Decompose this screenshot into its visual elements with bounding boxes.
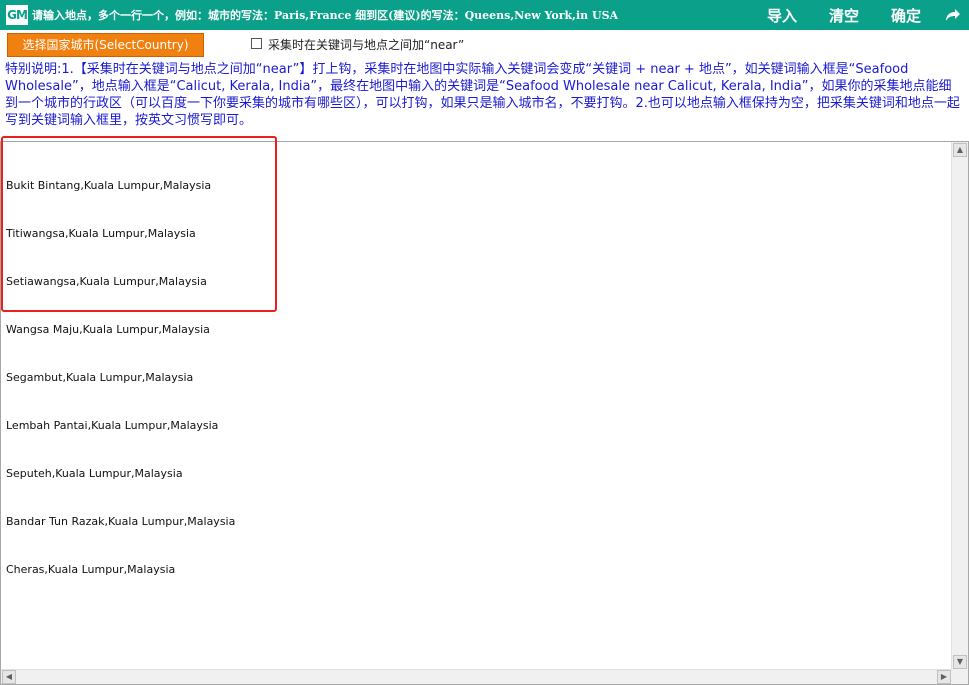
- confirm-button[interactable]: 确定: [891, 5, 921, 26]
- scroll-down-arrow-icon[interactable]: ▼: [953, 655, 967, 669]
- scroll-right-arrow-icon[interactable]: ▶: [937, 670, 951, 684]
- location-lines: Bukit Bintang,Kuala Lumpur,Malaysia Titi…: [6, 146, 235, 610]
- location-line: Setiawangsa,Kuala Lumpur,Malaysia: [6, 275, 207, 288]
- import-button[interactable]: 导入: [767, 5, 797, 26]
- location-line: Titiwangsa,Kuala Lumpur,Malaysia: [6, 227, 196, 240]
- location-line: Cheras,Kuala Lumpur,Malaysia: [6, 563, 176, 576]
- scrollbar-corner: [951, 670, 968, 684]
- location-input-instruction: 请输入地点，多个一行一个，例如：城市的写法：Paris,France 细到区(建…: [32, 9, 619, 22]
- near-checkbox[interactable]: [251, 38, 262, 49]
- location-textarea[interactable]: Bukit Bintang,Kuala Lumpur,Malaysia Titi…: [0, 141, 969, 685]
- near-option-label: 采集时在关键词与地点之间加“near”: [268, 38, 465, 52]
- scroll-left-arrow-icon[interactable]: ◀: [2, 670, 16, 684]
- location-line: Segambut,Kuala Lumpur,Malaysia: [6, 371, 194, 384]
- app-logo: GM: [6, 5, 28, 25]
- share-arrow-icon[interactable]: [943, 6, 961, 24]
- title-bar: GM 请输入地点，多个一行一个，例如：城市的写法：Paris,France 细到…: [0, 0, 969, 30]
- location-line: Bandar Tun Razak,Kuala Lumpur,Malaysia: [6, 515, 236, 528]
- instruction-note: 特别说明:1.【采集时在关键词与地点之间加“near”】打上钩，采集时在地图中实…: [5, 62, 960, 128]
- horizontal-scrollbar[interactable]: ◀ ▶: [1, 669, 952, 684]
- location-line: Seputeh,Kuala Lumpur,Malaysia: [6, 467, 183, 480]
- location-line: Wangsa Maju,Kuala Lumpur,Malaysia: [6, 323, 210, 336]
- vertical-scrollbar[interactable]: ▲ ▼: [951, 142, 968, 670]
- clear-button[interactable]: 清空: [829, 5, 859, 26]
- near-option[interactable]: 采集时在关键词与地点之间加“near”: [251, 36, 464, 52]
- location-line: Lembah Pantai,Kuala Lumpur,Malaysia: [6, 419, 219, 432]
- scroll-up-arrow-icon[interactable]: ▲: [953, 143, 967, 157]
- location-line: Bukit Bintang,Kuala Lumpur,Malaysia: [6, 179, 212, 192]
- select-country-button[interactable]: 选择国家城市(SelectCountry): [7, 33, 204, 57]
